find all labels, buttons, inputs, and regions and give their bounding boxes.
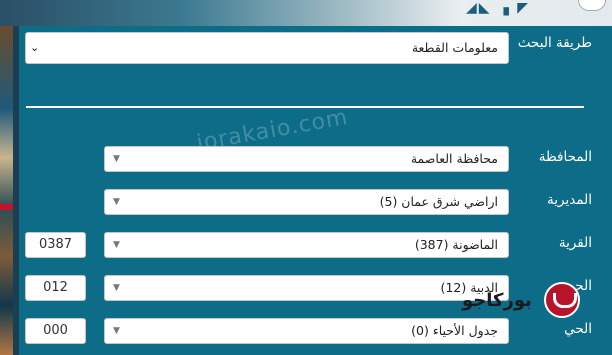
basin-code-field[interactable]: 012 bbox=[25, 275, 86, 301]
brand-logo-icon bbox=[544, 282, 580, 318]
neighborhood-value: جدول الأحياء (0) bbox=[411, 323, 498, 338]
triangle-down-icon: ▼ bbox=[113, 326, 120, 336]
background-photo-strip bbox=[0, 26, 13, 355]
basin-select[interactable]: ▼ الدبية (12) bbox=[104, 275, 509, 301]
neighborhood-select[interactable]: ▼ جدول الأحياء (0) bbox=[104, 318, 509, 344]
panel-edge bbox=[13, 26, 19, 355]
brand-watermark: بوركاجو bbox=[462, 282, 612, 322]
village-select[interactable]: ▼ الماضونة (387) bbox=[104, 232, 509, 258]
triangle-down-icon: ▼ bbox=[113, 240, 120, 250]
village-value: الماضونة (387) bbox=[414, 237, 498, 252]
triangle-down-icon: ▼ bbox=[113, 154, 120, 164]
neighborhood-label: الحي bbox=[564, 321, 592, 337]
governorate-value: محافظة العاصمة bbox=[410, 151, 498, 166]
search-method-label: طريقة البحث bbox=[517, 35, 592, 51]
directorate-select[interactable]: ▼ اراضي شرق عمان (5) bbox=[104, 189, 509, 215]
governorate-label: المحافظة bbox=[538, 149, 592, 165]
directorate-label: المديرية bbox=[547, 192, 592, 208]
header-decoration: ◢◣ ▗ ◤ bbox=[466, 0, 530, 16]
site-header: ◢◣ ▗ ◤ bbox=[0, 0, 612, 26]
brand-name: بوركاجو bbox=[462, 290, 532, 311]
directorate-value: اراضي شرق عمان (5) bbox=[379, 194, 498, 209]
search-method-select[interactable]: ⌄ معلومات القطعة bbox=[25, 32, 509, 64]
governorate-select[interactable]: ▼ محافظة العاصمة bbox=[104, 146, 509, 172]
ministry-logo bbox=[578, 0, 606, 11]
triangle-down-icon: ▼ bbox=[113, 283, 120, 293]
triangle-down-icon: ▼ bbox=[113, 197, 120, 207]
section-divider bbox=[26, 106, 584, 108]
chevron-down-icon: ⌄ bbox=[30, 41, 40, 54]
village-code-field[interactable]: 0387 bbox=[25, 232, 86, 258]
village-label: القرية bbox=[558, 235, 592, 251]
search-method-value: معلومات القطعة bbox=[411, 40, 498, 55]
neighborhood-code-field[interactable]: 000 bbox=[25, 318, 86, 344]
